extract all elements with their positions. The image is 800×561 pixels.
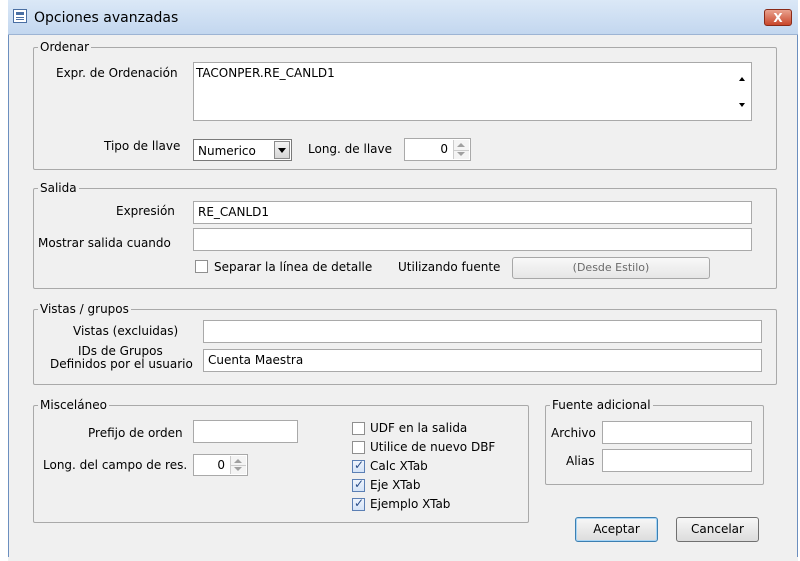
checkmark-icon: ✓ (354, 496, 365, 510)
cancelar-button[interactable]: Cancelar (676, 517, 759, 542)
long-llave-label: Long. de llave (308, 142, 392, 156)
ids-grupos-field[interactable]: Cuenta Maestra (203, 349, 762, 372)
long-campo-label: Long. del campo de res. (43, 458, 188, 472)
prefijo-orden-field[interactable] (193, 420, 298, 443)
calc-xtab-checkbox[interactable]: ✓ (352, 458, 365, 473)
window-title: Opciones avanzadas (34, 10, 179, 26)
expr-scrollbar[interactable] (734, 63, 751, 120)
mostrar-salida-field[interactable] (193, 228, 752, 251)
separar-label: Separar la línea de detalle (214, 260, 373, 274)
tipo-llave-select[interactable]: Numerico (193, 139, 292, 161)
tipo-llave-value: Numerico (198, 144, 256, 158)
long-llave-value: 0 (440, 142, 448, 156)
salida-legend: Salida (38, 181, 79, 195)
archivo-field[interactable] (602, 421, 752, 444)
archivo-label: Archivo (551, 426, 596, 440)
udf-checkbox[interactable] (352, 422, 365, 435)
utilice-dbf-checkbox[interactable] (352, 441, 365, 454)
expresion-label: Expresión (116, 204, 175, 218)
alias-label: Alias (566, 454, 595, 468)
calc-xtab-label: Calc XTab (370, 459, 428, 473)
ejemplo-xtab-label: Ejemplo XTab (370, 497, 451, 511)
miscelaneo-legend: Misceláneo (38, 398, 109, 412)
tipo-llave-label: Tipo de llave (104, 139, 181, 153)
eje-xtab-checkbox[interactable]: ✓ (352, 477, 365, 492)
udf-label: UDF en la salida (370, 421, 468, 435)
separar-checkbox[interactable] (195, 260, 208, 273)
alias-field[interactable] (602, 449, 752, 472)
desde-estilo-button[interactable]: (Desde Estilo) (512, 257, 710, 279)
scroll-down-icon[interactable] (739, 103, 745, 107)
expr-ordenacion-value: TACONPER.RE_CANLD1 (196, 66, 335, 80)
utilice-dbf-label: Utilice de nuevo DBF (370, 440, 496, 454)
prefijo-orden-label: Prefijo de orden (88, 426, 183, 440)
scroll-up-icon[interactable] (739, 77, 745, 81)
vistas-excluidas-label: Vistas (excluidas) (73, 324, 179, 338)
long-campo-spinner[interactable]: 0 (193, 454, 248, 476)
expr-ordenacion-field[interactable]: TACONPER.RE_CANLD1 (193, 62, 752, 121)
close-button[interactable]: X (764, 9, 792, 26)
chevron-down-icon[interactable] (274, 141, 290, 159)
long-llave-spinner[interactable]: 0 (404, 138, 471, 161)
utilizando-fuente-label: Utilizando fuente (398, 260, 501, 274)
expr-ordenacion-label: Expr. de Ordenación (56, 66, 178, 80)
vistas-excluidas-field[interactable] (203, 320, 762, 343)
eje-xtab-label: Eje XTab (370, 478, 421, 492)
window-app-icon (13, 9, 27, 23)
expresion-field[interactable]: RE_CANLD1 (193, 201, 752, 224)
aceptar-button[interactable]: Aceptar (575, 517, 658, 542)
window-bottom-edge (8, 557, 798, 561)
fuente-adicional-group: Fuente adicional (545, 398, 764, 485)
spinner-arrows-icon[interactable] (453, 140, 469, 159)
vistas-legend: Vistas / grupos (38, 302, 131, 316)
ejemplo-xtab-checkbox[interactable]: ✓ (352, 496, 365, 511)
fuente-adicional-legend: Fuente adicional (550, 398, 653, 412)
long-campo-value: 0 (217, 458, 225, 472)
checkmark-icon: ✓ (354, 477, 365, 491)
title-bar[interactable]: Opciones avanzadas X (8, 0, 798, 35)
checkmark-icon: ✓ (354, 458, 365, 472)
ordenar-legend: Ordenar (38, 40, 92, 54)
ids-grupos-label-line2: Definidos por el usuario (50, 357, 193, 371)
spinner-arrows-icon[interactable] (230, 456, 246, 474)
ids-grupos-label-line1: IDs de Grupos (78, 344, 163, 358)
mostrar-salida-label: Mostrar salida cuando (38, 236, 171, 250)
